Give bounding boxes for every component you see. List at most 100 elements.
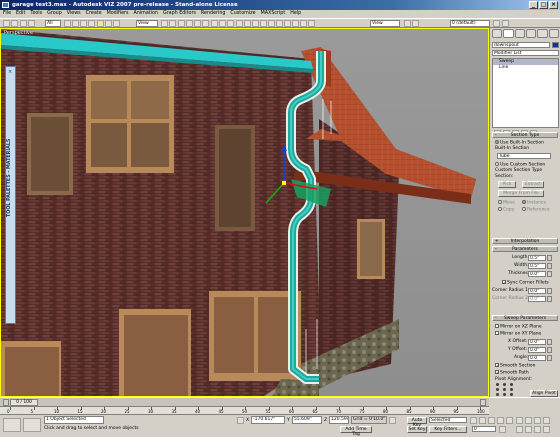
parameters-rollout[interactable]: - Parameters (492, 246, 558, 252)
play-icon[interactable] (488, 417, 495, 424)
key-filters-button[interactable]: Key Filters... (429, 426, 467, 433)
selected-dropdown[interactable]: Selected (429, 417, 467, 423)
object-name-field[interactable]: downspout (492, 42, 550, 48)
extract-button[interactable]: Extract (522, 181, 544, 188)
x-coord-field[interactable]: -170.617" (251, 416, 285, 424)
zoom-icon[interactable] (516, 417, 523, 424)
corner-radius-1-field[interactable]: 0.0" (528, 288, 546, 294)
modifier-stack[interactable]: Sweep Line (492, 58, 559, 128)
next-frame-icon[interactable] (497, 417, 504, 424)
menu-graph-editors[interactable]: Graph Editors (163, 10, 196, 18)
width-spinner[interactable] (547, 263, 552, 269)
z-coord-field[interactable]: 120.594" (329, 416, 349, 424)
stack-item-line[interactable]: Line (493, 65, 558, 71)
modify-tab-icon[interactable] (503, 29, 514, 38)
create-tab-icon[interactable] (492, 29, 503, 38)
y-offset-spinner[interactable] (547, 347, 552, 353)
sun-icon[interactable] (292, 20, 299, 27)
merge-from-file-button[interactable]: Merge From File (498, 190, 544, 197)
y-offset-field[interactable]: 0.0" (528, 347, 546, 353)
menu-modifiers[interactable]: Modifiers (107, 10, 129, 18)
close-button[interactable]: × (549, 1, 558, 9)
thickness-field[interactable]: 0.0" (528, 271, 546, 277)
link-icon[interactable] (20, 20, 27, 27)
thickness-spinner[interactable] (547, 271, 552, 277)
tool-palette-sidebar[interactable]: × TOOL PALETTES - MATERIALS (5, 66, 16, 324)
modifier-list-dropdown[interactable]: Modifier List (492, 50, 559, 56)
set-key-button[interactable]: Set Key (407, 426, 427, 433)
minimize-button[interactable]: _ (529, 1, 538, 9)
render-scene-icon[interactable] (268, 20, 275, 27)
instance-radio[interactable]: Instance (522, 200, 546, 206)
schematic-view-icon[interactable] (252, 20, 259, 27)
zoom-all-icon[interactable] (525, 417, 532, 424)
builtin-section-dropdown[interactable]: Tube (497, 153, 551, 159)
display-tab-icon[interactable] (537, 29, 548, 38)
smooth-path-checkbox[interactable]: ✓Smooth Path (495, 370, 529, 376)
angle-snap-icon[interactable] (186, 20, 193, 27)
menu-group[interactable]: Group (47, 10, 62, 18)
select-region-icon[interactable] (80, 20, 87, 27)
maxscript-listener-icon[interactable] (3, 418, 21, 432)
menu-views[interactable]: Views (67, 10, 81, 18)
x-offset-field[interactable]: 0.0" (528, 339, 546, 345)
redo-icon[interactable] (11, 20, 18, 27)
maximize-viewport-icon[interactable] (543, 426, 550, 433)
utilities-tab-icon[interactable] (548, 29, 559, 38)
menu-customize[interactable]: Customize (230, 10, 255, 18)
time-config-icon[interactable] (499, 426, 506, 433)
manipulate-icon[interactable] (169, 20, 176, 27)
reference-coord-dropdown[interactable]: View (136, 20, 158, 27)
pick-button[interactable]: Pick (498, 181, 516, 188)
angle-field[interactable]: 0.0 (528, 355, 546, 361)
percent-snap-icon[interactable] (194, 20, 201, 27)
zoom-extents-icon[interactable] (534, 417, 541, 424)
camera-icon[interactable] (308, 20, 315, 27)
mirror-xz-checkbox[interactable]: Mirror on XZ Plane (495, 324, 542, 330)
menu-animation[interactable]: Animation (134, 10, 158, 18)
selection-filter-dropdown[interactable]: All (45, 20, 61, 27)
key-mode-icon[interactable] (389, 417, 396, 424)
current-frame-field[interactable]: 0 (472, 426, 496, 432)
daylight-icon[interactable] (300, 20, 307, 27)
interpolation-rollout[interactable]: + Interpolation (492, 238, 558, 244)
unlink-icon[interactable] (28, 20, 35, 27)
reference-radio[interactable]: Reference (522, 207, 550, 213)
length-field[interactable]: 0.5" (528, 255, 546, 261)
motion-tab-icon[interactable] (525, 29, 537, 38)
maximize-button[interactable]: □ (539, 1, 548, 9)
menu-help[interactable]: Help (290, 10, 301, 18)
x-offset-spinner[interactable] (547, 339, 552, 345)
menu-rendering[interactable]: Rendering (201, 10, 226, 18)
layer-manager-icon[interactable] (236, 20, 243, 27)
section-type-rollout[interactable]: - Section Type (492, 132, 558, 138)
render-frame-icon[interactable] (412, 20, 419, 27)
snap-toggle-icon[interactable] (178, 20, 185, 27)
menu-maxscript[interactable]: MAXScript (261, 10, 286, 18)
select-icon[interactable] (64, 20, 71, 27)
angle-spinner[interactable] (547, 355, 552, 361)
teapot-render-icon[interactable] (493, 20, 500, 27)
viewport-label[interactable]: Perspective (4, 30, 33, 36)
go-to-end-icon[interactable] (506, 417, 513, 424)
mirror-xy-checkbox[interactable]: Mirror on XY Plane (495, 331, 541, 337)
palette-close-icon[interactable]: × (8, 69, 12, 75)
smooth-section-checkbox[interactable]: ✓Smooth Section (495, 363, 536, 369)
pan-icon[interactable] (525, 426, 532, 433)
view-dropdown[interactable]: View (370, 20, 400, 27)
rotate-icon[interactable] (105, 20, 112, 27)
sync-corner-fillets-checkbox[interactable]: ✓Sync Corner Fillets (502, 280, 549, 286)
menu-create[interactable]: Create (86, 10, 102, 18)
time-slider[interactable]: 0 / 100 (0, 398, 489, 407)
lighting-icon[interactable] (284, 20, 291, 27)
use-builtin-radio[interactable]: Use Built-In Section (495, 140, 544, 146)
add-time-tag-button[interactable]: Add Time Tag (340, 426, 372, 437)
spinner-snap-icon[interactable] (202, 20, 209, 27)
window-crossing-icon[interactable] (88, 20, 95, 27)
undo-icon[interactable] (3, 20, 10, 27)
align-pivot-button[interactable]: Align Pivot (530, 390, 558, 397)
time-slider-next-icon[interactable] (480, 399, 486, 406)
active-shade-icon[interactable] (502, 20, 509, 27)
corner-radius-2-field[interactable]: 0.0" (528, 296, 546, 302)
menu-tools[interactable]: Tools (30, 10, 42, 18)
